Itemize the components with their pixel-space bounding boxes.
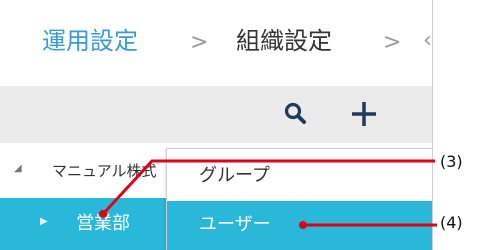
context-menu: グループ ユーザー	[166, 148, 432, 250]
menu-item-label: ユーザー	[199, 214, 271, 235]
app-window: 運用設定 > 組織設定 > ‹ ◢ マニュアル株式 ▶ 営業部 グループ ユーザ…	[0, 0, 433, 250]
menu-item-group[interactable]: グループ	[167, 149, 432, 201]
collapsed-triangle-icon[interactable]: ▶	[40, 216, 48, 228]
search-icon	[284, 102, 306, 124]
plus-icon	[352, 102, 376, 126]
menu-item-label: グループ	[199, 165, 270, 186]
toolbar	[0, 86, 432, 143]
breadcrumb-separator: >	[190, 30, 209, 55]
department-name: 営業部	[76, 213, 130, 234]
callout-label-4: (4)	[440, 213, 463, 232]
breadcrumb-truncated-item: ‹	[423, 30, 431, 52]
callout-label-3: (3)	[440, 152, 463, 171]
search-button[interactable]	[280, 98, 312, 130]
breadcrumb: 運用設定 > 組織設定 > ‹	[0, 0, 432, 86]
menu-item-user[interactable]: ユーザー	[167, 201, 432, 250]
add-button[interactable]	[348, 98, 380, 130]
breadcrumb-item-operation-settings[interactable]: 運用設定	[42, 25, 138, 57]
company-name: マニュアル株式	[52, 162, 157, 180]
breadcrumb-separator: >	[383, 30, 402, 55]
breadcrumb-item-organization-settings: 組織設定	[236, 27, 332, 55]
expanded-triangle-icon[interactable]: ◢	[14, 163, 22, 175]
